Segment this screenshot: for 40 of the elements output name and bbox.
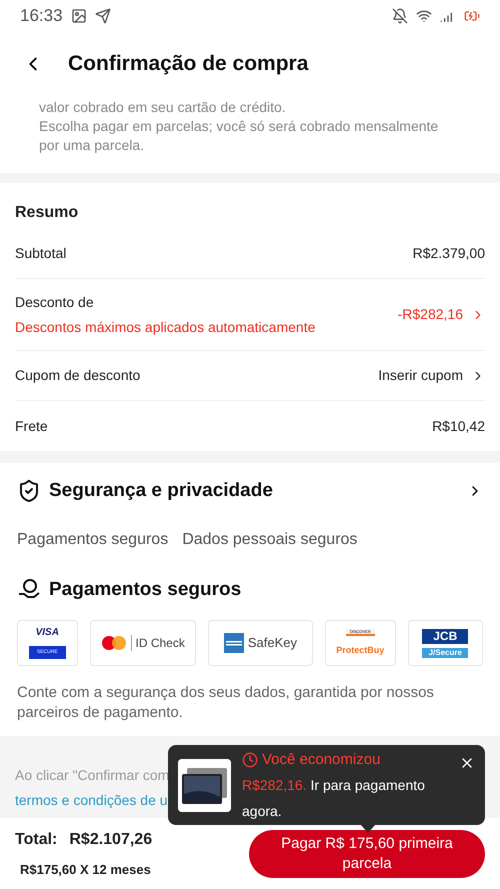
bell-off-icon: [392, 8, 408, 24]
status-time: 16:33: [20, 5, 63, 28]
security-note: Conte com a segurança dos seus dados, garantida por nossos parceiros de pagamento.: [17, 683, 435, 723]
tooltip-title: Você economizou: [262, 750, 380, 770]
image-icon: [70, 8, 87, 24]
security-tab[interactable]: Pagamentos seguros: [17, 528, 168, 552]
security-tab[interactable]: Dados pessoais seguros: [182, 528, 358, 552]
jcb-text: JCB: [422, 628, 468, 644]
summary-value: R$2.379,00: [412, 244, 485, 263]
clock-icon: [242, 752, 258, 768]
send-icon: [94, 8, 111, 24]
summary-label: Cupom de desconto: [15, 366, 140, 385]
intro-text: Escolha pagar em parcelas; você só será cobrado mensalmente por uma parcela.: [39, 117, 440, 155]
wifi-icon: [416, 8, 432, 24]
discount-value-button[interactable]: -R$282,16: [398, 304, 485, 325]
summary-label: Desconto de: [15, 292, 95, 312]
pay-button[interactable]: Pagar R$ 175,60 primeira parcela: [249, 830, 485, 878]
shield-check-icon: [17, 479, 41, 504]
discount-note: Descontos máximos aplicados automaticamente: [15, 318, 316, 337]
amex-icon: [224, 633, 244, 653]
legal-text: Ao clicar "Confirmar com: [15, 767, 170, 783]
summary-label: Subtotal: [15, 244, 66, 263]
intro-text: valor cobrado em seu cartão de crédito.: [39, 98, 287, 117]
tooltip-message: R$282,16. Ir para pagamento agora.: [242, 776, 426, 821]
summary-title: Resumo: [15, 203, 80, 223]
id-check-text: ID Check: [136, 635, 185, 652]
j-secure-text: J/Secure: [422, 648, 468, 658]
installments-text: R$175,60 X 12 meses: [19, 860, 152, 879]
total-value: R$2.107,26: [69, 830, 152, 850]
security-privacy-row[interactable]: Segurança e privacidade: [17, 477, 483, 506]
mastercard-icon: [100, 635, 126, 651]
visa-text: VISA: [36, 628, 59, 638]
secure-payments-title: Pagamentos seguros: [49, 578, 242, 602]
total-label: Total:: [15, 830, 58, 850]
summary-label: Frete: [15, 416, 48, 436]
page-title: Confirmação de compra: [68, 50, 308, 77]
summary-value: R$10,42: [432, 416, 485, 436]
safekey-text: SafeKey: [248, 634, 297, 652]
insert-coupon-button[interactable]: Inserir cupom: [378, 365, 485, 386]
protectbuy-text: ProtectBuy: [336, 644, 384, 657]
